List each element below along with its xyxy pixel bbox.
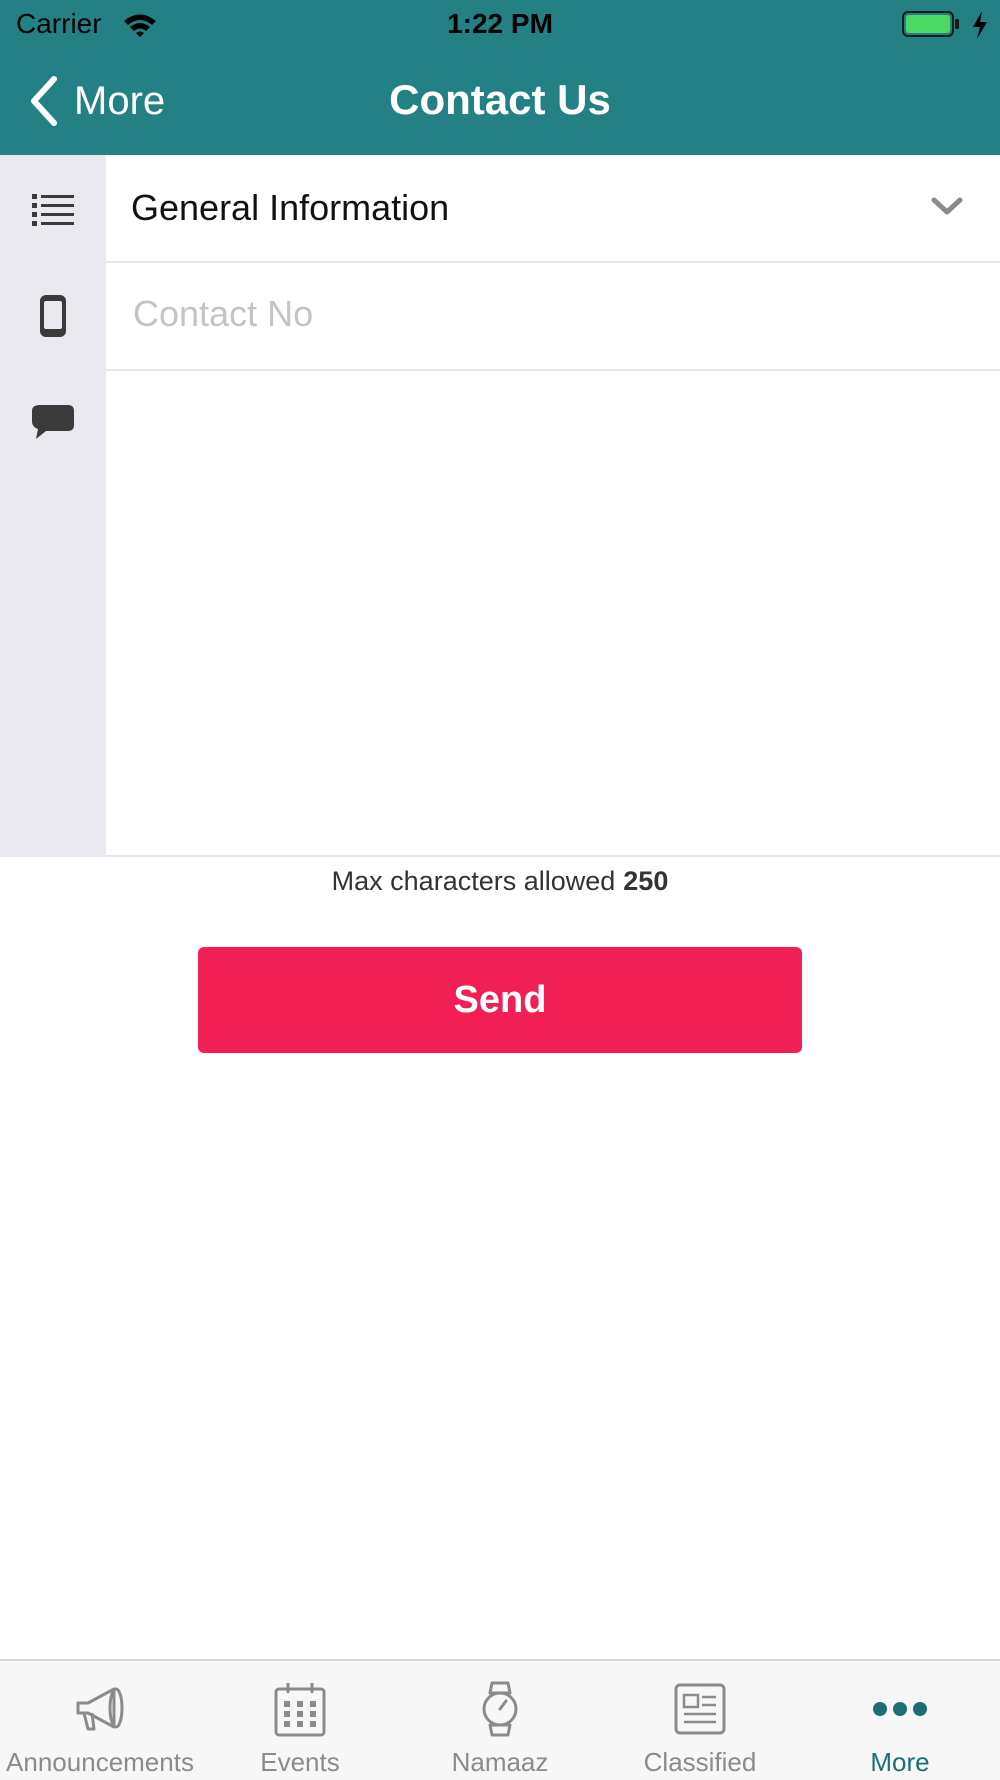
tab-label: Namaaz xyxy=(451,1747,549,1777)
status-bar: Carrier 1:22 PM xyxy=(0,0,1000,50)
max-characters-note: Max characters allowed 250 xyxy=(0,866,1000,897)
tab-label: Classified xyxy=(643,1747,757,1777)
chevron-down-icon xyxy=(931,197,963,215)
max-characters-label: Max characters allowed xyxy=(331,866,616,896)
category-dropdown[interactable]: General Information xyxy=(106,155,1000,263)
field-icon-column xyxy=(0,155,106,857)
max-characters-value: 250 xyxy=(623,866,669,896)
tab-classified[interactable]: Classified xyxy=(600,1661,800,1780)
more-dots-icon xyxy=(873,1702,927,1716)
message-textarea[interactable] xyxy=(131,391,975,835)
watch-icon xyxy=(482,1681,518,1737)
message-row xyxy=(106,371,1000,857)
page-title: Contact Us xyxy=(389,76,611,123)
tab-label: Announcements xyxy=(6,1747,194,1777)
tab-namaaz[interactable]: Namaaz xyxy=(400,1661,600,1780)
list-icon xyxy=(32,194,74,226)
contact-number-row xyxy=(106,263,1000,371)
navigation-bar: More Contact Us xyxy=(0,50,1000,155)
message-bubble-icon xyxy=(32,405,74,439)
tab-bar: Announcements Events Namaaz Classified M… xyxy=(0,1659,1000,1780)
tab-announcements[interactable]: Announcements xyxy=(0,1661,200,1780)
calendar-icon xyxy=(274,1683,326,1737)
status-time: 1:22 PM xyxy=(447,8,553,39)
tab-events[interactable]: Events xyxy=(200,1661,400,1780)
megaphone-icon xyxy=(76,1687,124,1731)
send-button[interactable]: Send xyxy=(198,947,802,1053)
contact-number-input[interactable] xyxy=(131,283,975,345)
tab-label: Events xyxy=(260,1747,340,1777)
tab-label: More xyxy=(870,1747,930,1777)
tab-more[interactable]: More xyxy=(800,1661,1000,1780)
category-value: General Information xyxy=(131,187,450,228)
charging-bolt-icon xyxy=(973,11,987,39)
mobile-phone-icon xyxy=(40,295,66,337)
battery-icon xyxy=(902,11,959,37)
newspaper-icon xyxy=(674,1683,726,1735)
